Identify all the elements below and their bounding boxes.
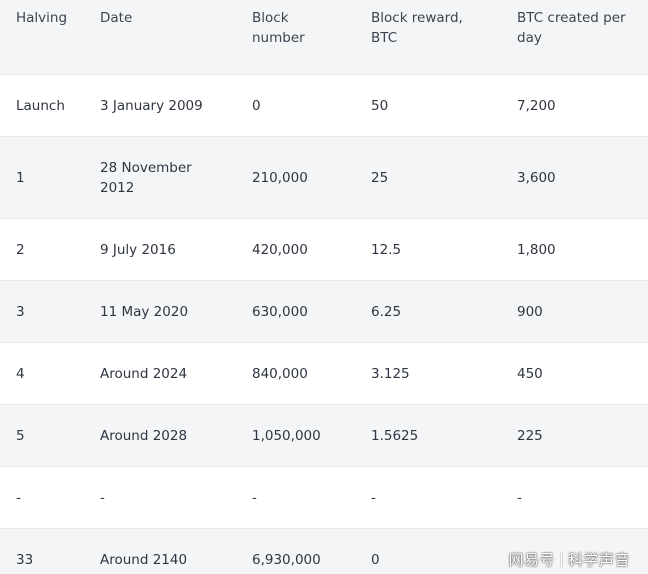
watermark-separator — [560, 553, 562, 567]
table-row: 3 11 May 2020 630,000 6.25 900 — [0, 281, 648, 343]
cell-btc-per-day: - — [517, 489, 522, 506]
cell-block-reward: 0 — [371, 551, 380, 568]
cell-halving: 33 — [16, 551, 34, 568]
cell-block-reward: 50 — [371, 97, 389, 114]
cell-date: Around 2024 — [100, 365, 188, 382]
header-btc-per-day: BTC created per day — [517, 10, 626, 46]
watermark: 网易号 科学声音 — [508, 549, 630, 570]
cell-date: Around 2028 — [100, 427, 188, 444]
cell-block-number: 420,000 — [252, 241, 308, 258]
cell-block-reward: 6.25 — [371, 303, 402, 320]
cell-block-reward: 1.5625 — [371, 427, 419, 444]
cell-block-reward: 12.5 — [371, 241, 402, 258]
cell-block-number: 840,000 — [252, 365, 308, 382]
halving-table: Halving Date Block number Block reward, … — [0, 0, 648, 574]
cell-halving: 2 — [16, 241, 25, 258]
cell-halving: 4 — [16, 365, 25, 382]
table-row: - - - - - — [0, 467, 648, 529]
cell-halving: 5 — [16, 427, 25, 444]
cell-block-reward: - — [371, 489, 376, 506]
table-row: 2 9 July 2016 420,000 12.5 1,800 — [0, 219, 648, 281]
header-date: Date — [100, 10, 133, 26]
cell-date: 3 January 2009 — [100, 97, 203, 114]
cell-halving: - — [16, 489, 21, 506]
cell-btc-per-day: 1,800 — [517, 241, 556, 258]
cell-halving: 3 — [16, 303, 25, 320]
header-block-reward: Block reward, BTC — [371, 10, 463, 46]
cell-date: - — [100, 489, 105, 506]
cell-btc-per-day: 7,200 — [517, 97, 556, 114]
cell-block-reward: 3.125 — [371, 365, 410, 382]
cell-block-number: 210,000 — [252, 169, 308, 186]
cell-date: 28 November 2012 — [100, 159, 192, 196]
table-row: 4 Around 2024 840,000 3.125 450 — [0, 343, 648, 405]
cell-btc-per-day: 900 — [517, 303, 543, 320]
header-block-number: Block number — [252, 10, 305, 46]
cell-block-number: - — [252, 489, 257, 506]
watermark-right: 科学声音 — [567, 551, 630, 569]
cell-block-number: 0 — [252, 97, 261, 114]
table-row: Launch 3 January 2009 0 50 7,200 — [0, 75, 648, 137]
table-row: 5 Around 2028 1,050,000 1.5625 225 — [0, 405, 648, 467]
cell-date: 9 July 2016 — [100, 241, 176, 258]
header-halving: Halving — [16, 10, 68, 26]
cell-block-number: 6,930,000 — [252, 551, 321, 568]
cell-halving: Launch — [16, 97, 65, 114]
cell-block-number: 630,000 — [252, 303, 308, 320]
cell-block-reward: 25 — [371, 169, 389, 186]
cell-btc-per-day: 225 — [517, 427, 543, 444]
table-row: 1 28 November 2012 210,000 25 3,600 — [0, 137, 648, 219]
cell-date: 11 May 2020 — [100, 303, 189, 320]
cell-btc-per-day: 3,600 — [517, 169, 556, 186]
table-header-row: Halving Date Block number Block reward, … — [0, 0, 648, 75]
watermark-left: 网易号 — [508, 551, 555, 569]
cell-halving: 1 — [16, 169, 25, 186]
cell-date: Around 2140 — [100, 551, 188, 568]
cell-block-number: 1,050,000 — [252, 427, 321, 444]
cell-btc-per-day: 450 — [517, 365, 543, 382]
